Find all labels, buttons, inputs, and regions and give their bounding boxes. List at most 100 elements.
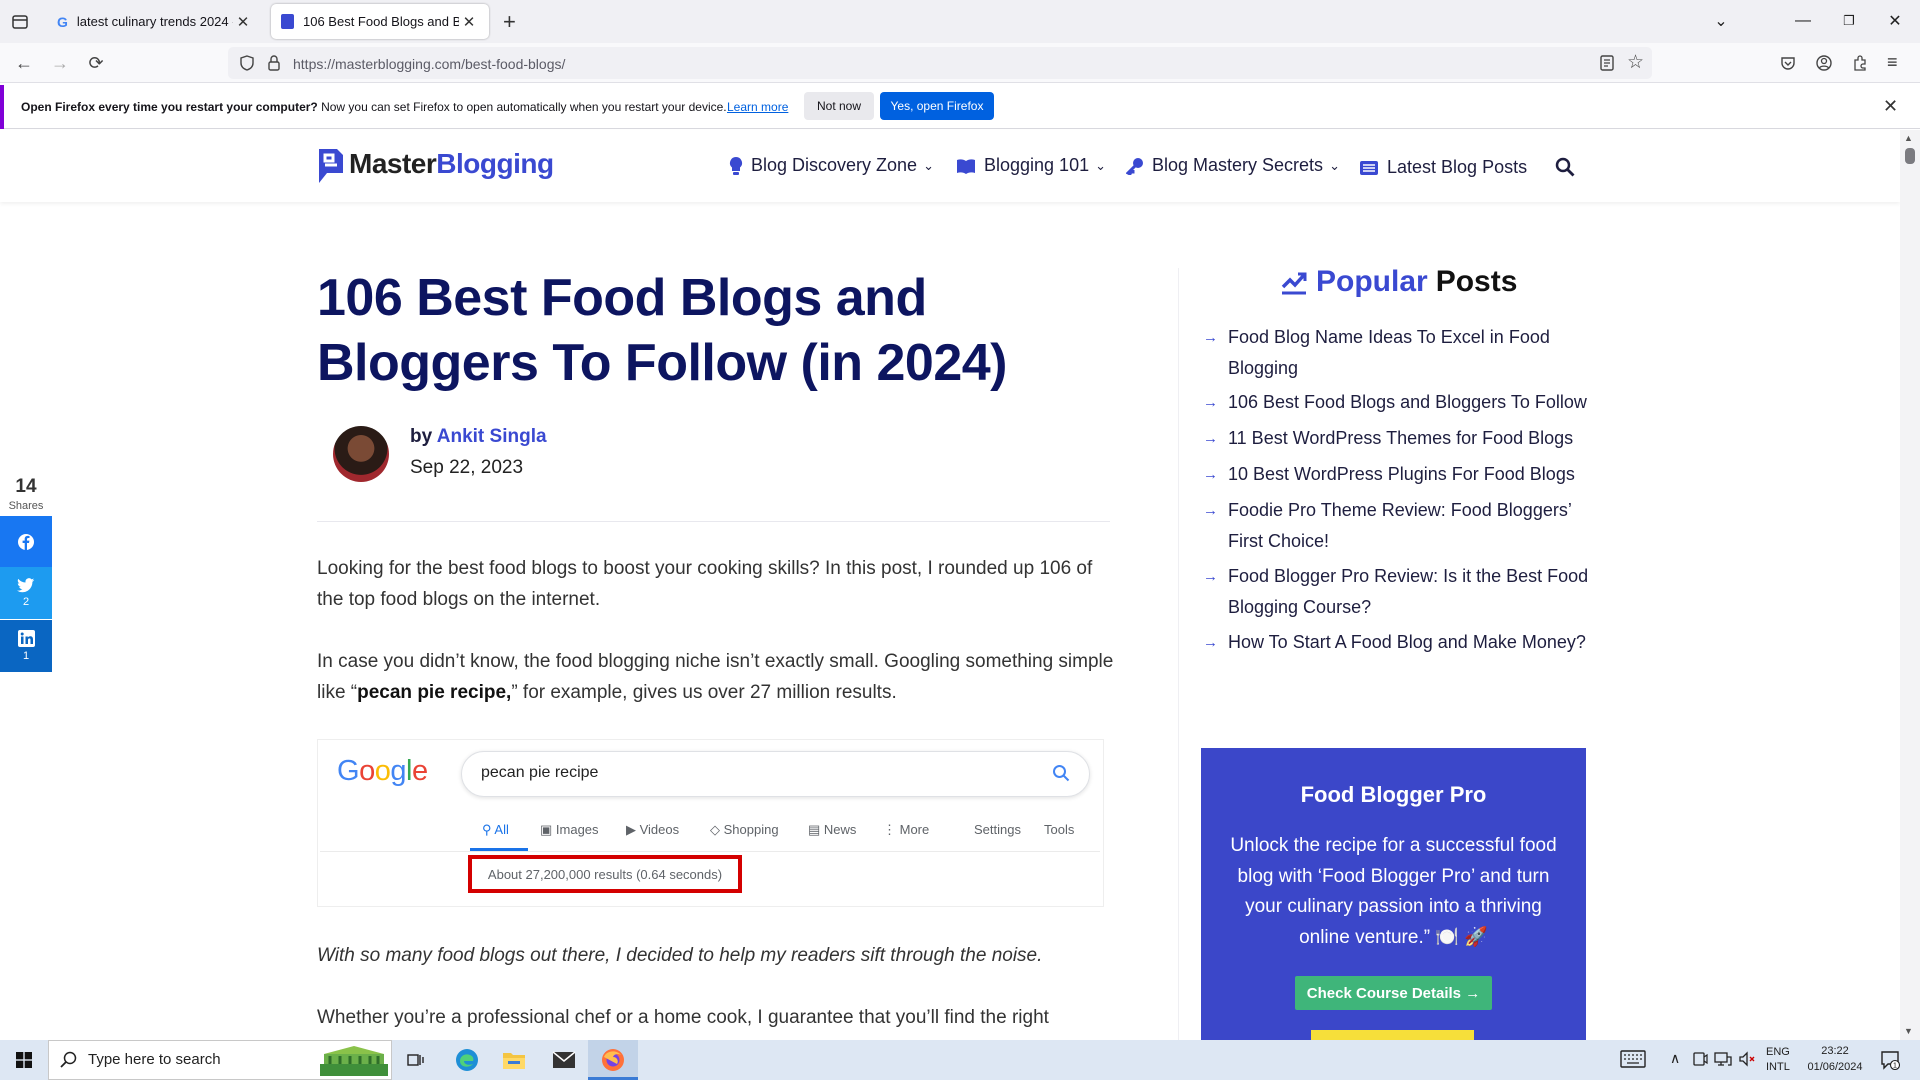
tag-icon: ◇ (710, 822, 724, 837)
popular-post-item[interactable]: → How To Start A Food Blog and Make Money… (1203, 627, 1603, 658)
menu-blog-mastery-secrets[interactable]: Blog Mastery Secrets ⌄ (1126, 155, 1340, 176)
close-notification-icon[interactable]: ✕ (1883, 96, 1898, 117)
arrow-right-icon: → (1203, 502, 1218, 519)
tab-title: 106 Best Food Blogs and Bloggers (303, 14, 459, 29)
search-icon[interactable] (1555, 157, 1575, 177)
popular-post-link[interactable]: 11 Best WordPress Themes for Food Blogs (1203, 423, 1603, 454)
google-tab-shopping: ◇ Shopping (710, 822, 779, 838)
firefox-icon[interactable] (589, 1040, 637, 1080)
minimize-icon[interactable]: — (1780, 8, 1826, 34)
google-logo-letter: o (374, 755, 391, 787)
list-icon (1359, 160, 1379, 176)
tracking-shield-icon[interactable] (238, 54, 256, 72)
task-view-icon[interactable] (392, 1040, 440, 1080)
author-link[interactable]: Ankit Singla (437, 426, 547, 447)
scroll-up-arrow-icon[interactable]: ▲ (1904, 133, 1913, 143)
master-blogging-logo-icon[interactable] (317, 147, 345, 185)
google-logo-letter: o (359, 755, 375, 787)
volume-muted-icon[interactable] (1738, 1050, 1756, 1068)
close-tab-icon[interactable]: ✕ (233, 13, 253, 31)
popular-post-link[interactable]: How To Start A Food Blog and Make Money? (1203, 627, 1603, 658)
lock-icon[interactable] (266, 54, 282, 72)
linkedin-icon (17, 630, 35, 647)
chevron-down-icon: ⌄ (1095, 157, 1106, 173)
popular-posts-title: Popular Posts (1280, 265, 1517, 299)
popular-post-link[interactable]: Food Blogger Pro Review: Is it the Best … (1203, 561, 1603, 623)
popular-post-item[interactable]: → 106 Best Food Blogs and Bloggers To Fol… (1203, 387, 1603, 418)
book-icon (956, 157, 976, 175)
menu-blogging-101[interactable]: Blogging 101 ⌄ (956, 155, 1106, 176)
account-icon[interactable] (1815, 54, 1833, 72)
google-tab-news: ▤ News (808, 822, 856, 838)
url-path: /best-food-blogs/ (461, 56, 566, 72)
tab-master-blogging[interactable]: 106 Best Food Blogs and Bloggers ✕ (271, 4, 489, 39)
hamburger-menu-icon[interactable]: ≡ (1887, 52, 1898, 73)
url-domain: https://masterblogging.com (293, 56, 462, 72)
google-search-icon (1052, 764, 1070, 782)
promo-body: Unlock the recipe for a successful food … (1230, 835, 1557, 948)
network-icon[interactable] (1714, 1050, 1732, 1068)
twitter-share-button[interactable]: 2 (0, 567, 52, 619)
popular-post-item[interactable]: → Food Blog Name Ideas To Excel in Food B… (1203, 322, 1603, 384)
svg-text:1: 1 (1893, 1063, 1897, 1070)
reader-view-icon[interactable] (1599, 54, 1615, 72)
edge-browser-icon[interactable] (443, 1040, 491, 1080)
site-header (0, 130, 1900, 202)
new-tab-plus-icon[interactable]: + (503, 9, 516, 35)
tab-list-icon[interactable] (10, 12, 30, 32)
tab-google-search[interactable]: G latest culinary trends 2024 - Goo ✕ (47, 4, 263, 39)
menu-latest-blog-posts[interactable]: Latest Blog Posts (1359, 157, 1527, 178)
reload-icon[interactable]: ⟳ (81, 48, 111, 78)
language-indicator[interactable]: ENG INTL (1766, 1045, 1790, 1075)
page-scrollbar[interactable] (1900, 130, 1920, 1040)
pocket-icon[interactable] (1779, 54, 1797, 72)
facebook-share-button[interactable] (0, 516, 52, 568)
google-logo-letter: G (337, 755, 360, 787)
page-title: 106 Best Food Blogs and Bloggers To Foll… (317, 269, 1007, 392)
notification-message: Open Firefox every time you restart your… (21, 100, 727, 114)
learn-more-link[interactable]: Learn more (727, 100, 788, 114)
popular-post-link[interactable]: Foodie Pro Theme Review: Food Bloggers’ … (1203, 495, 1593, 557)
check-course-details-button[interactable]: Check Course Details → (1295, 976, 1492, 1010)
promo-secondary-button[interactable] (1311, 1030, 1474, 1040)
popular-post-link[interactable]: 106 Best Food Blogs and Bloggers To Foll… (1203, 387, 1603, 418)
scrollbar-thumb[interactable] (1905, 148, 1915, 164)
restore-icon[interactable]: ❐ (1826, 8, 1872, 34)
google-tab-label: All (494, 822, 509, 837)
not-now-button[interactable]: Not now (804, 92, 874, 120)
popular-post-item[interactable]: → Foodie Pro Theme Review: Food Bloggers’… (1203, 495, 1593, 557)
menu-blog-discovery-zone[interactable]: Blog Discovery Zone ⌄ (729, 155, 934, 176)
arrow-right-icon: → (1203, 430, 1218, 447)
google-divider (320, 851, 1100, 852)
popular-post-item[interactable]: → 10 Best WordPress Plugins For Food Blog… (1203, 459, 1603, 490)
popular-post-item[interactable]: → 11 Best WordPress Themes for Food Blogs (1203, 423, 1603, 454)
notifications-icon[interactable]: 1 (1880, 1050, 1900, 1070)
google-tab-all: ⚲ All (482, 822, 509, 838)
fourth-paragraph: Whether you’re a professional chef or a … (317, 1007, 1049, 1028)
popular-post-link[interactable]: 10 Best WordPress Plugins For Food Blogs (1203, 459, 1603, 490)
chevron-down-icon: ⌄ (923, 157, 934, 173)
url-text[interactable]: https://masterblogging.com/best-food-blo… (293, 56, 565, 72)
meet-now-icon[interactable] (1692, 1050, 1708, 1068)
bookmark-star-icon[interactable]: ☆ (1627, 51, 1644, 74)
windows-start-icon[interactable] (0, 1040, 48, 1080)
extensions-icon[interactable] (1851, 54, 1869, 72)
forward-arrow-icon[interactable]: → (45, 48, 75, 78)
keyboard-icon[interactable] (1620, 1049, 1646, 1069)
file-explorer-icon[interactable] (490, 1040, 538, 1080)
yes-open-firefox-button[interactable]: Yes, open Firefox (880, 92, 994, 120)
taskbar-clock[interactable]: 23:22 01/06/2024 (1800, 1043, 1870, 1075)
mail-icon[interactable] (540, 1040, 588, 1080)
notification-text: Now you can set Firefox to open automati… (317, 100, 727, 114)
popular-post-item[interactable]: → Food Blogger Pro Review: Is it the Best… (1203, 561, 1603, 623)
close-tab-icon[interactable]: ✕ (459, 13, 479, 31)
close-window-icon[interactable]: ✕ (1872, 8, 1918, 34)
list-all-tabs-chevron-icon[interactable]: ⌄ (1698, 8, 1744, 34)
back-arrow-icon[interactable]: ← (9, 48, 39, 78)
show-hidden-icons-chevron-icon[interactable]: ∧ (1670, 1050, 1680, 1067)
scroll-down-arrow-icon[interactable]: ▼ (1904, 1026, 1913, 1036)
site-logo[interactable]: MasterBlogging (349, 148, 554, 180)
author-avatar[interactable] (333, 426, 389, 482)
popular-post-link[interactable]: Food Blog Name Ideas To Excel in Food Bl… (1203, 322, 1603, 384)
linkedin-share-button[interactable]: 1 (0, 620, 52, 672)
